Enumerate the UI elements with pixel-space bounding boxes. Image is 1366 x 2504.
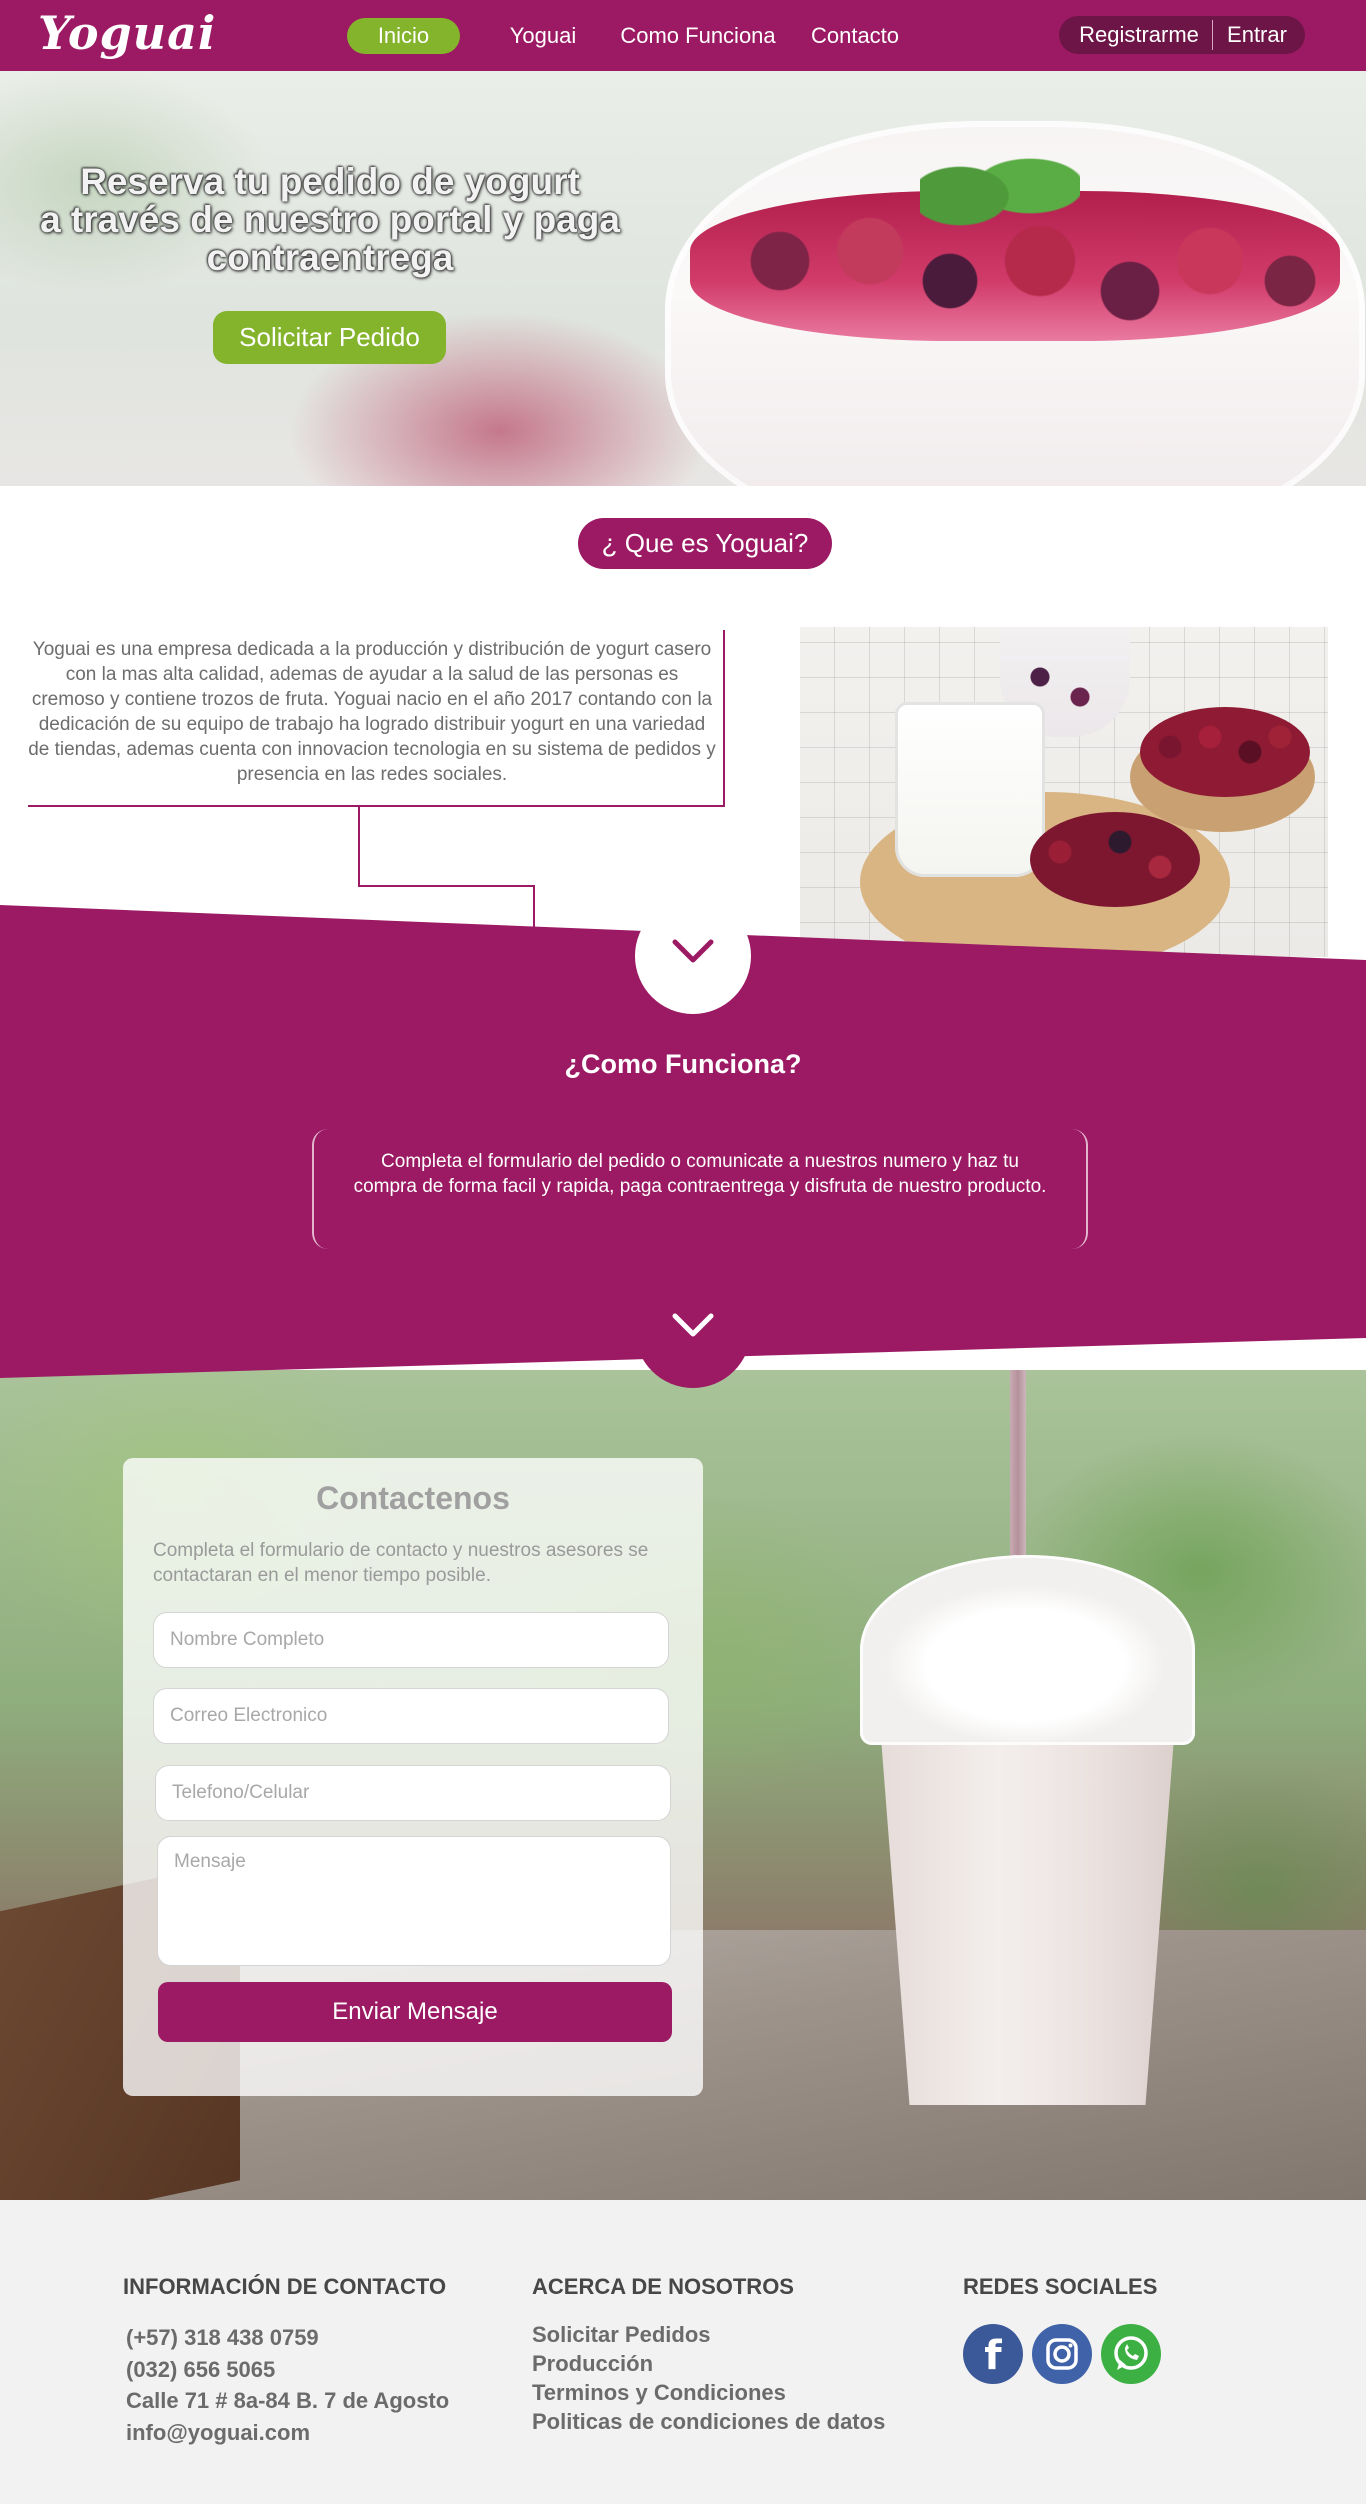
- svg-text:f: f: [984, 2333, 1002, 2379]
- scroll-down-button[interactable]: [635, 898, 751, 1014]
- how-it-works-description: Completa el formulario del pedido o comu…: [353, 1151, 1047, 1197]
- phone-input[interactable]: [155, 1765, 671, 1821]
- facebook-icon[interactable]: f: [963, 2324, 1023, 2384]
- register-button[interactable]: Registrarme: [1069, 16, 1209, 54]
- hero-title: Reserva tu pedido de yogurt a través de …: [30, 163, 630, 277]
- chevron-down-icon: [672, 939, 714, 963]
- contact-form: Contactenos Completa el formulario de co…: [123, 1458, 703, 2096]
- footer-phone-mobile: (+57) 318 438 0759: [126, 2325, 319, 2350]
- hero-title-line3: contraentrega: [206, 237, 454, 278]
- whipped-cream-lid-image: [860, 1555, 1195, 1745]
- send-message-button[interactable]: Enviar Mensaje: [158, 1982, 672, 2042]
- footer-social-heading: REDES SOCIALES: [963, 2274, 1158, 2299]
- footer-phone-landline: (032) 656 5065: [126, 2357, 276, 2382]
- nav-item-como-funciona[interactable]: Como Funciona: [616, 18, 780, 54]
- top-navbar: Yoguai Inicio Yoguai Como Funciona Conta…: [0, 0, 1366, 71]
- connector-line: [723, 630, 725, 806]
- contact-form-description: Completa el formulario de contacto y nue…: [153, 1540, 649, 1586]
- nav-item-yoguai[interactable]: Yoguai: [494, 18, 592, 54]
- email-input[interactable]: [153, 1688, 669, 1744]
- footer-about-heading: ACERCA DE NOSOTROS: [532, 2274, 794, 2299]
- footer-email[interactable]: info@yoguai.com: [126, 2420, 310, 2446]
- berries-on-plate-image: [1030, 812, 1200, 907]
- hero-mint-image: [920, 146, 1080, 236]
- auth-divider: [1212, 20, 1213, 50]
- auth-group: Registrarme Entrar: [1059, 16, 1305, 54]
- connector-line: [358, 805, 360, 885]
- connector-line: [358, 885, 533, 887]
- brand-logo[interactable]: Yoguai: [38, 6, 216, 60]
- login-button[interactable]: Entrar: [1217, 16, 1297, 54]
- contact-form-title: Contactenos: [316, 1480, 510, 1516]
- footer: INFORMACIÓN DE CONTACTO (+57) 318 438 07…: [0, 2200, 1366, 2504]
- chevron-down-icon: [672, 1313, 714, 1337]
- footer-link-request-orders[interactable]: Solicitar Pedidos: [532, 2322, 711, 2348]
- footer-link-terms[interactable]: Terminos y Condiciones: [532, 2380, 786, 2406]
- nav-item-contacto[interactable]: Contacto: [800, 18, 910, 54]
- berries-in-bowl-image: [1140, 707, 1310, 797]
- how-it-works-title: ¿Como Funciona?: [564, 1049, 802, 1079]
- about-section-title: ¿ Que es Yoguai?: [578, 518, 832, 569]
- footer-address: Calle 71 # 8a-84 B. 7 de Agosto: [126, 2388, 450, 2413]
- about-description: Yoguai es una empresa dedicada a la prod…: [28, 639, 716, 785]
- footer-link-data-policy[interactable]: Politicas de condiciones de datos: [532, 2409, 885, 2435]
- footer-link-production[interactable]: Producción: [532, 2351, 653, 2377]
- scroll-down-button-2[interactable]: [635, 1272, 751, 1388]
- hero-banner: Reserva tu pedido de yogurt a través de …: [0, 71, 1366, 486]
- yogurt-cup-image: [895, 702, 1045, 877]
- whatsapp-icon[interactable]: [1101, 2324, 1161, 2384]
- instagram-icon[interactable]: [1032, 2324, 1092, 2384]
- full-name-input[interactable]: [153, 1612, 669, 1668]
- hero-title-line1: Reserva tu pedido de yogurt: [80, 161, 580, 202]
- milkshake-cup-image: [880, 1725, 1175, 2105]
- connector-line: [28, 805, 725, 807]
- hero-title-line2: a través de nuestro portal y paga: [40, 199, 620, 240]
- footer-contact-heading: INFORMACIÓN DE CONTACTO: [123, 2274, 447, 2299]
- request-order-button[interactable]: Solicitar Pedido: [213, 311, 446, 364]
- message-textarea[interactable]: [157, 1836, 671, 1966]
- nav-item-inicio[interactable]: Inicio: [347, 18, 460, 54]
